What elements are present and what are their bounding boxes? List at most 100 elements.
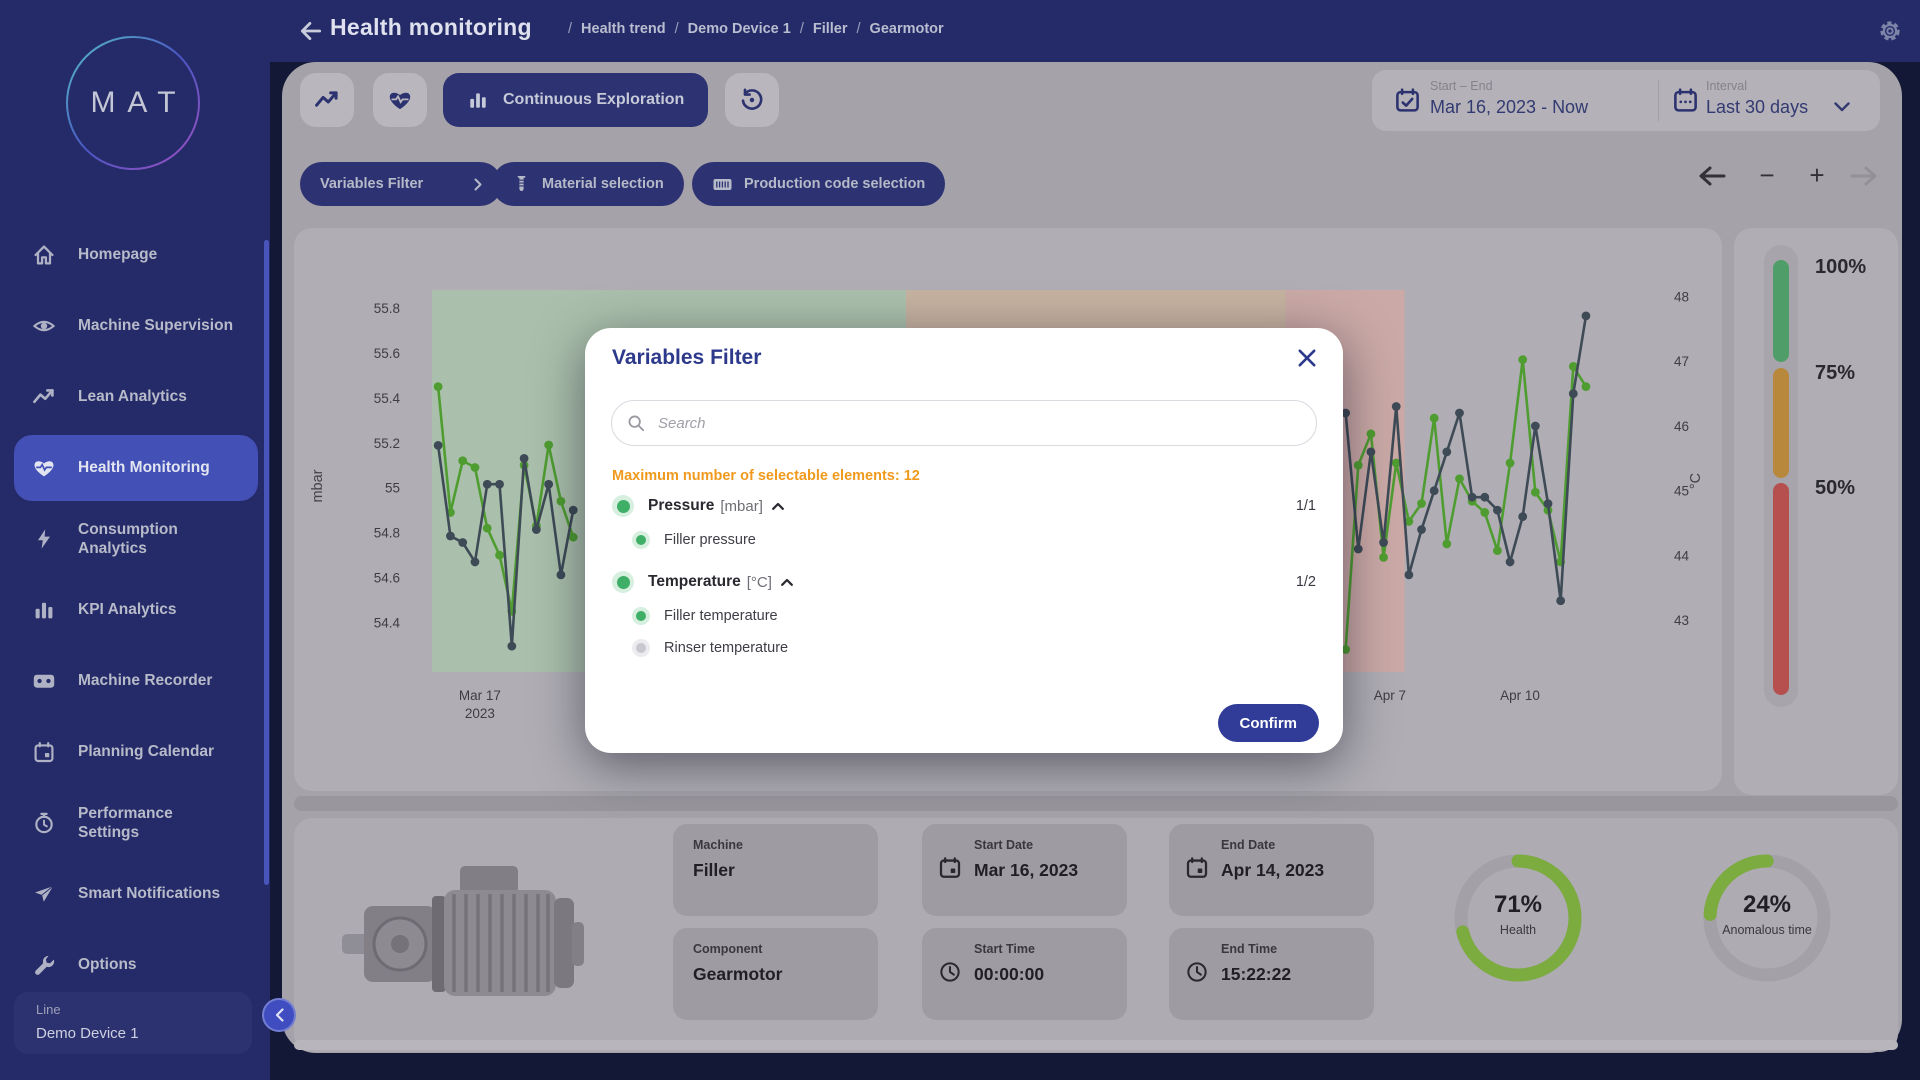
data-point-filler-temperature[interactable] <box>1506 558 1515 567</box>
data-point-filler-temperature[interactable] <box>507 642 516 651</box>
data-point-filler-temperature[interactable] <box>1518 512 1527 521</box>
data-point-filler-temperature[interactable] <box>532 525 541 534</box>
zoom-out-button[interactable]: − <box>1752 160 1782 190</box>
data-point-filler-temperature[interactable] <box>1404 570 1413 579</box>
variable-item-rinser-temperature[interactable]: Rinser temperature <box>632 635 788 661</box>
variable-group-pressure[interactable]: Pressure [mbar] 1/1 <box>612 491 1316 521</box>
data-point-filler-pressure[interactable] <box>544 441 553 450</box>
sidebar-item-machine-recorder[interactable]: Machine Recorder <box>14 648 258 714</box>
data-point-filler-pressure[interactable] <box>1531 488 1540 497</box>
data-point-filler-temperature[interactable] <box>1455 409 1464 418</box>
data-point-filler-temperature[interactable] <box>1544 499 1553 508</box>
data-point-filler-temperature[interactable] <box>1556 596 1565 605</box>
sidebar-item-kpi-analytics[interactable]: KPI Analytics <box>14 577 258 643</box>
sidebar-item-homepage[interactable]: Homepage <box>14 222 258 288</box>
sidebar-item-machine-supervision[interactable]: Machine Supervision <box>14 293 258 359</box>
data-point-filler-temperature[interactable] <box>1392 402 1401 411</box>
breadcrumb-demo-device[interactable]: Demo Device 1 <box>688 21 791 37</box>
horizontal-scrollbar[interactable] <box>294 1040 1898 1050</box>
item-selected-dot[interactable] <box>632 531 650 549</box>
data-point-filler-pressure[interactable] <box>557 497 566 506</box>
data-point-filler-temperature[interactable] <box>1367 447 1376 456</box>
group-selected-dot[interactable] <box>612 571 634 593</box>
start-end-picker[interactable]: Start – End Mar 16, 2023 - Now <box>1372 70 1658 131</box>
data-point-filler-temperature[interactable] <box>1569 389 1578 398</box>
data-point-filler-temperature[interactable] <box>1582 311 1591 320</box>
sidebar-item-consumption-analytics[interactable]: Consumption Analytics <box>14 506 258 572</box>
data-point-filler-pressure[interactable] <box>495 551 504 560</box>
production-code-selection-button[interactable]: Production code selection <box>692 162 945 206</box>
zoom-in-button[interactable]: + <box>1802 160 1832 190</box>
chevron-up-icon[interactable] <box>772 502 784 510</box>
data-point-filler-temperature[interactable] <box>1531 422 1540 431</box>
data-point-filler-pressure[interactable] <box>1430 414 1439 423</box>
data-point-filler-temperature[interactable] <box>495 480 504 489</box>
sidebar-item-smart-notifications[interactable]: Smart Notifications <box>14 861 258 927</box>
sidebar-collapse-button[interactable] <box>262 998 296 1032</box>
data-point-filler-pressure[interactable] <box>1354 461 1363 470</box>
sidebar-scrollbar[interactable] <box>264 240 269 885</box>
data-point-filler-temperature[interactable] <box>1417 525 1426 534</box>
breadcrumb-filler[interactable]: Filler <box>813 21 848 37</box>
data-point-filler-temperature[interactable] <box>520 454 529 463</box>
gear-icon[interactable] <box>1876 17 1904 45</box>
pan-left-arrow[interactable] <box>1698 164 1726 188</box>
data-point-filler-temperature[interactable] <box>544 480 553 489</box>
variable-group-temperature[interactable]: Temperature [°C] 1/2 <box>612 567 1316 597</box>
data-point-filler-temperature[interactable] <box>1430 486 1439 495</box>
data-point-filler-pressure[interactable] <box>1379 553 1388 562</box>
breadcrumb-health-trend[interactable]: Health trend <box>581 21 666 37</box>
data-point-filler-pressure[interactable] <box>458 456 467 465</box>
search-input[interactable] <box>611 400 1317 446</box>
back-arrow-icon[interactable] <box>298 18 324 44</box>
data-point-filler-temperature[interactable] <box>483 480 492 489</box>
pan-right-arrow-disabled[interactable] <box>1850 164 1878 188</box>
item-selected-dot[interactable] <box>632 607 650 625</box>
data-point-filler-pressure[interactable] <box>1367 429 1376 438</box>
confirm-button[interactable]: Confirm <box>1218 704 1320 742</box>
variable-item-filler-temperature[interactable]: Filler temperature <box>632 603 778 629</box>
data-point-filler-temperature[interactable] <box>557 570 566 579</box>
data-point-filler-temperature[interactable] <box>1468 493 1477 502</box>
health-view-button[interactable] <box>373 73 427 127</box>
data-point-filler-temperature[interactable] <box>1379 538 1388 547</box>
sidebar-item-lean-analytics[interactable]: Lean Analytics <box>14 364 258 430</box>
data-point-filler-pressure[interactable] <box>1480 508 1489 517</box>
item-selected-dot[interactable] <box>632 639 650 657</box>
data-point-filler-temperature[interactable] <box>1493 506 1502 515</box>
data-point-filler-temperature[interactable] <box>458 538 467 547</box>
sidebar-item-health-monitoring[interactable]: Health Monitoring <box>14 435 258 501</box>
variables-filter-button[interactable]: Variables Filter <box>300 162 502 206</box>
data-point-filler-pressure[interactable] <box>1518 355 1527 364</box>
data-point-filler-pressure[interactable] <box>471 463 480 472</box>
data-point-filler-temperature[interactable] <box>446 532 455 541</box>
data-point-filler-temperature[interactable] <box>1480 493 1489 502</box>
group-selected-dot[interactable] <box>612 495 634 517</box>
data-point-filler-pressure[interactable] <box>1455 474 1464 483</box>
data-point-filler-pressure[interactable] <box>1582 382 1591 391</box>
breadcrumb-gearmotor[interactable]: Gearmotor <box>870 21 944 37</box>
data-point-filler-pressure[interactable] <box>1506 459 1515 468</box>
data-point-filler-temperature[interactable] <box>569 506 578 515</box>
continuous-exploration-tab[interactable]: Continuous Exploration <box>443 73 708 127</box>
material-selection-button[interactable]: Material selection <box>492 162 684 206</box>
data-point-filler-pressure[interactable] <box>434 382 443 391</box>
data-point-filler-temperature[interactable] <box>434 441 443 450</box>
data-point-filler-pressure[interactable] <box>483 524 492 533</box>
history-button[interactable] <box>725 73 779 127</box>
close-icon[interactable] <box>1295 346 1319 370</box>
data-point-filler-temperature[interactable] <box>471 558 480 567</box>
variable-item-filler-pressure[interactable]: Filler pressure <box>632 527 756 553</box>
data-point-filler-pressure[interactable] <box>1493 546 1502 555</box>
interval-select[interactable]: Interval Last 30 days <box>1658 70 1880 131</box>
data-point-filler-temperature[interactable] <box>1354 545 1363 554</box>
data-point-filler-pressure[interactable] <box>569 533 578 542</box>
sidebar-item-options[interactable]: Options <box>14 932 258 998</box>
data-point-filler-pressure[interactable] <box>1442 540 1451 549</box>
sidebar-item-performance-settings[interactable]: Performance Settings <box>14 790 258 856</box>
chevron-up-icon[interactable] <box>781 578 793 586</box>
data-point-filler-pressure[interactable] <box>1417 499 1426 508</box>
line-selector[interactable]: Line Demo Device 1 <box>14 992 252 1054</box>
trend-view-button[interactable] <box>300 73 354 127</box>
data-point-filler-temperature[interactable] <box>1442 447 1451 456</box>
